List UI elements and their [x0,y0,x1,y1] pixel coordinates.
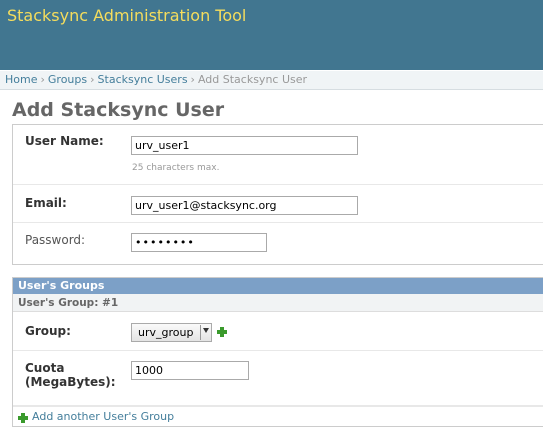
username-row: User Name: 25 characters max. [13,125,543,185]
inline-group-header: User's Group: #1 [13,294,543,312]
plus-icon [18,413,28,423]
plus-icon[interactable] [217,327,227,337]
site-header: Stacksync Administration Tool [0,0,543,70]
add-another-row: Add another User's Group [13,406,543,426]
user-fieldset: User Name: 25 characters max. Email: Pas… [12,124,543,265]
breadcrumb-home[interactable]: Home [5,73,37,86]
password-label: Password: [25,233,86,247]
password-input[interactable] [131,233,267,252]
group-select-value: urv_group [138,326,194,339]
username-label: User Name: [25,134,104,148]
quota-label-line1: Cuota [25,361,65,375]
password-row: Password: [13,223,543,264]
site-title: Stacksync Administration Tool [7,6,247,25]
breadcrumb-separator: › [190,73,195,86]
users-groups-module: User's Groups User's Group: #1 Group: ur… [12,277,543,427]
quota-label: Cuota (MegaBytes): [25,361,116,389]
quota-input[interactable] [131,361,249,380]
quota-row: Cuota (MegaBytes): [13,351,543,406]
breadcrumb-stacksync-users[interactable]: Stacksync Users [98,73,188,86]
main-content: Add Stacksync User User Name: 25 charact… [0,98,543,427]
username-help-text: 25 characters max. [132,163,220,173]
module-header: User's Groups [13,278,543,294]
page-title: Add Stacksync User [12,99,225,121]
breadcrumb: Home › Groups › Stacksync Users › Add Stacksyn… [0,70,543,90]
group-row: Group: urv_group [13,312,543,351]
username-input[interactable] [131,136,358,155]
group-select[interactable]: urv_group [131,323,212,342]
select-divider [200,325,201,340]
breadcrumb-separator: › [90,73,95,86]
add-another-group-link[interactable]: Add another User's Group [32,410,174,423]
email-label: Email: [25,196,67,210]
email-input[interactable] [131,196,358,215]
group-label: Group: [25,324,71,338]
email-row: Email: [13,185,543,223]
quota-label-line2: (MegaBytes): [25,375,116,389]
chevron-down-icon [203,328,209,333]
breadcrumb-separator: › [40,73,45,86]
breadcrumb-groups[interactable]: Groups [48,73,87,86]
breadcrumb-current: Add Stacksync User [197,73,308,86]
